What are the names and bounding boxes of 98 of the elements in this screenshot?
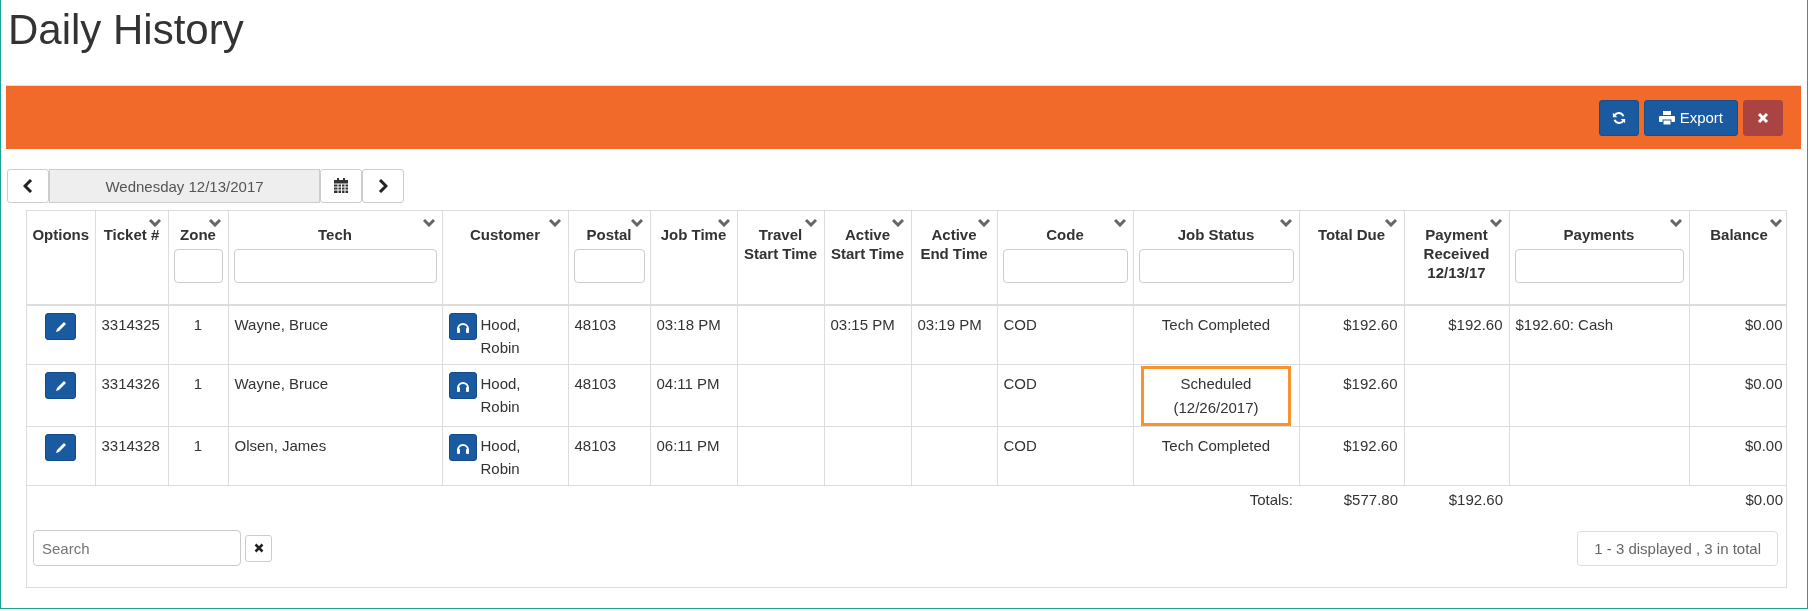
table-cell: Wayne, Bruce (234, 375, 329, 392)
table-cell: 3314325 (101, 316, 160, 333)
column-header[interactable]: Customer (470, 225, 540, 244)
table-cell: 04:11 PM (656, 375, 720, 392)
close-button[interactable] (1743, 99, 1783, 136)
edit-button[interactable] (45, 434, 77, 461)
sort-chevron-icon[interactable] (1279, 219, 1292, 227)
table-cell: 1 (193, 437, 203, 454)
customer-name: Hood, Robin (480, 374, 522, 417)
table-cell: $0.00 (1744, 316, 1783, 333)
pencil-icon (53, 440, 68, 455)
sort-chevron-icon[interactable] (548, 219, 561, 227)
table-cell: 3314328 (101, 437, 160, 454)
total-due: $577.80 (1343, 491, 1398, 508)
table-cell: $192.60 (1448, 316, 1503, 333)
pencil-icon (53, 378, 68, 393)
sort-chevron-icon[interactable] (1769, 219, 1782, 227)
table-cell: Olsen, James (234, 437, 327, 454)
table-cell: 03:19 PM (917, 316, 982, 333)
headset-button[interactable] (448, 434, 477, 461)
table-cell: $192.60: Cash (1515, 316, 1614, 333)
job-status: Scheduled (12/26/2017) (1141, 366, 1291, 426)
filter-field[interactable] (233, 249, 437, 283)
column-header[interactable]: Job Time (660, 225, 727, 244)
filter-field[interactable] (173, 249, 223, 283)
chevron-right-icon (378, 179, 388, 193)
next-day-button[interactable] (362, 169, 404, 203)
refresh-button[interactable] (1598, 99, 1639, 136)
filter-field[interactable] (1002, 249, 1128, 283)
sort-chevron-icon[interactable] (1113, 219, 1126, 227)
previous-day-button[interactable] (7, 169, 49, 203)
close-icon (253, 543, 264, 553)
table-cell: 3314326 (101, 375, 160, 392)
sort-chevron-icon[interactable] (804, 219, 817, 227)
job-status: Tech Completed (1160, 315, 1272, 335)
table-cell: 1 (193, 375, 203, 392)
table-cell: $192.60 (1343, 375, 1398, 392)
sort-chevron-icon[interactable] (891, 219, 904, 227)
table-cell: COD (1003, 437, 1037, 454)
page-title: Daily History (7, 5, 245, 55)
totals-label: Totals: (1249, 491, 1293, 508)
column-header[interactable]: Ticket # (103, 225, 160, 244)
column-header[interactable]: Balance (1710, 225, 1768, 244)
table-cell: COD (1003, 316, 1037, 333)
calendar-button[interactable] (320, 169, 362, 203)
filter-field[interactable] (1138, 249, 1294, 283)
column-header[interactable]: Code (1046, 225, 1084, 244)
table-cell: 48103 (574, 375, 617, 392)
export-button[interactable]: Export (1643, 99, 1738, 136)
table-cell: 03:15 PM (830, 316, 895, 333)
table-cell: 48103 (574, 316, 617, 333)
column-header: Options (32, 225, 90, 244)
filter-field[interactable] (1514, 249, 1684, 283)
column-header[interactable]: Job Status (1177, 225, 1255, 244)
sort-chevron-icon[interactable] (977, 219, 990, 227)
column-header[interactable]: Total Due (1317, 225, 1386, 244)
sort-chevron-icon[interactable] (630, 219, 643, 227)
edit-button[interactable] (45, 313, 77, 340)
column-header[interactable]: Zone (180, 225, 216, 244)
total-balance: $0.00 (1745, 491, 1783, 508)
column-header[interactable]: Postal (586, 225, 632, 244)
table-cell: $0.00 (1744, 375, 1783, 392)
sort-chevron-icon[interactable] (1489, 219, 1502, 227)
headset-button[interactable] (448, 313, 477, 340)
headset-button[interactable] (448, 372, 477, 399)
table-cell: 1 (193, 316, 203, 333)
date-field[interactable]: Wednesday 12/13/2017 (49, 169, 320, 203)
printer-icon (1658, 110, 1675, 125)
sort-chevron-icon[interactable] (422, 219, 435, 227)
table-cell: 48103 (574, 437, 617, 454)
total-payment-received: $192.60 (1448, 491, 1503, 508)
sort-chevron-icon[interactable] (1669, 219, 1682, 227)
sort-chevron-icon[interactable] (1384, 219, 1397, 227)
search-field[interactable]: Search (33, 530, 241, 566)
customer-name: Hood, Robin (480, 436, 522, 479)
pencil-icon (53, 319, 68, 334)
edit-button[interactable] (45, 372, 77, 399)
job-status: Tech Completed (1160, 436, 1272, 456)
customer-name: Hood, Robin (480, 315, 522, 358)
clear-search-button[interactable] (245, 534, 272, 562)
filter-field[interactable] (573, 249, 645, 283)
column-header[interactable]: Payments (1563, 225, 1635, 244)
sort-chevron-icon[interactable] (148, 219, 161, 227)
calendar-icon (333, 178, 349, 194)
refresh-icon (1611, 110, 1626, 125)
table-cell: 03:18 PM (656, 316, 721, 333)
table-cell: $192.60 (1343, 316, 1398, 333)
table-cell: COD (1003, 375, 1037, 392)
chevron-left-icon (23, 179, 33, 193)
table-cell: $192.60 (1343, 437, 1398, 454)
sort-chevron-icon[interactable] (717, 219, 730, 227)
sort-chevron-icon[interactable] (208, 219, 221, 227)
column-header[interactable]: Tech (318, 225, 352, 244)
table-cell: $0.00 (1744, 437, 1783, 454)
close-icon (1757, 111, 1769, 124)
pager-info: 1 - 3 displayed , 3 in total (1577, 530, 1778, 566)
table-cell: Wayne, Bruce (234, 316, 329, 333)
table-cell: 06:11 PM (656, 437, 720, 454)
